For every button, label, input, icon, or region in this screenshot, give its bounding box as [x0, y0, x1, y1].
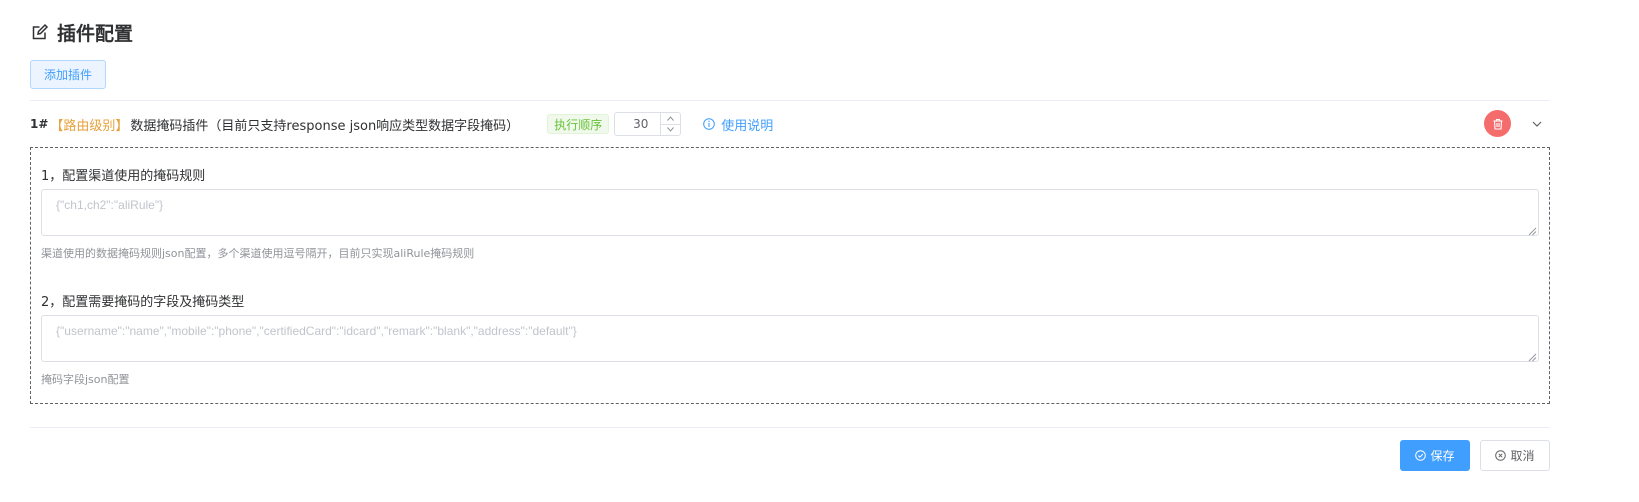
save-button[interactable]: 保存: [1400, 440, 1470, 471]
execution-order-stepper[interactable]: 30: [614, 112, 682, 136]
stepper-controls: [660, 113, 681, 136]
execution-order-tag: 执行顺序: [547, 114, 610, 134]
increase-button[interactable]: [661, 113, 680, 124]
collapse-chevron-icon[interactable]: [1530, 117, 1544, 131]
cancel-button[interactable]: 取消: [1480, 440, 1550, 471]
save-label: 保存: [1430, 449, 1455, 463]
plugin-config-panel: 1，配置渠道使用的掩码规则 {"ch1,ch2":"aliRule"} 渠道使用…: [30, 147, 1550, 404]
trash-icon: [1493, 118, 1502, 130]
edit-icon: [31, 23, 49, 41]
decrease-button[interactable]: [661, 123, 681, 136]
cancel-label: 取消: [1510, 449, 1535, 463]
delete-plugin-button[interactable]: [1484, 110, 1511, 137]
check-circle-icon: [1415, 450, 1427, 461]
resize-grip-icon[interactable]: [1528, 353, 1537, 362]
usage-instructions-link[interactable]: 使用说明: [703, 115, 773, 134]
resize-grip-icon[interactable]: [1528, 227, 1537, 236]
divider: [30, 100, 1550, 101]
close-circle-icon: [1495, 450, 1507, 461]
channel-rule-hint: 渠道使用的数据掩码规则json配置，多个渠道使用逗号隔开，目前只实现aliRul…: [41, 247, 475, 260]
mask-fields-label: 2，配置需要掩码的字段及掩码类型: [41, 295, 245, 310]
channel-rule-label: 1，配置渠道使用的掩码规则: [41, 169, 206, 184]
info-icon: [703, 118, 716, 130]
plugin-level: 【路由级别】: [50, 118, 129, 134]
page-header: 插件配置: [31, 19, 133, 45]
plugin-index: 1#: [30, 117, 49, 131]
chevron-down-icon: [667, 127, 675, 133]
usage-link-label: 使用说明: [721, 118, 774, 134]
add-plugin-button[interactable]: 添加插件: [30, 60, 106, 89]
plugin-header-row: 1# 【路由级别】 数据掩码插件（目前只支持response json响应类型数…: [30, 110, 1550, 138]
channel-rule-input[interactable]: {"ch1,ch2":"aliRule"}: [41, 189, 1539, 236]
chevron-up-icon: [667, 115, 675, 121]
page-title: 插件配置: [57, 22, 134, 45]
mask-fields-input[interactable]: {"username":"name","mobile":"phone","cer…: [41, 315, 1539, 362]
mask-fields-hint: 掩码字段json配置: [41, 373, 130, 386]
divider: [30, 427, 1550, 428]
plugin-name: 数据掩码插件（目前只支持response json响应类型数据字段掩码）: [130, 118, 520, 134]
